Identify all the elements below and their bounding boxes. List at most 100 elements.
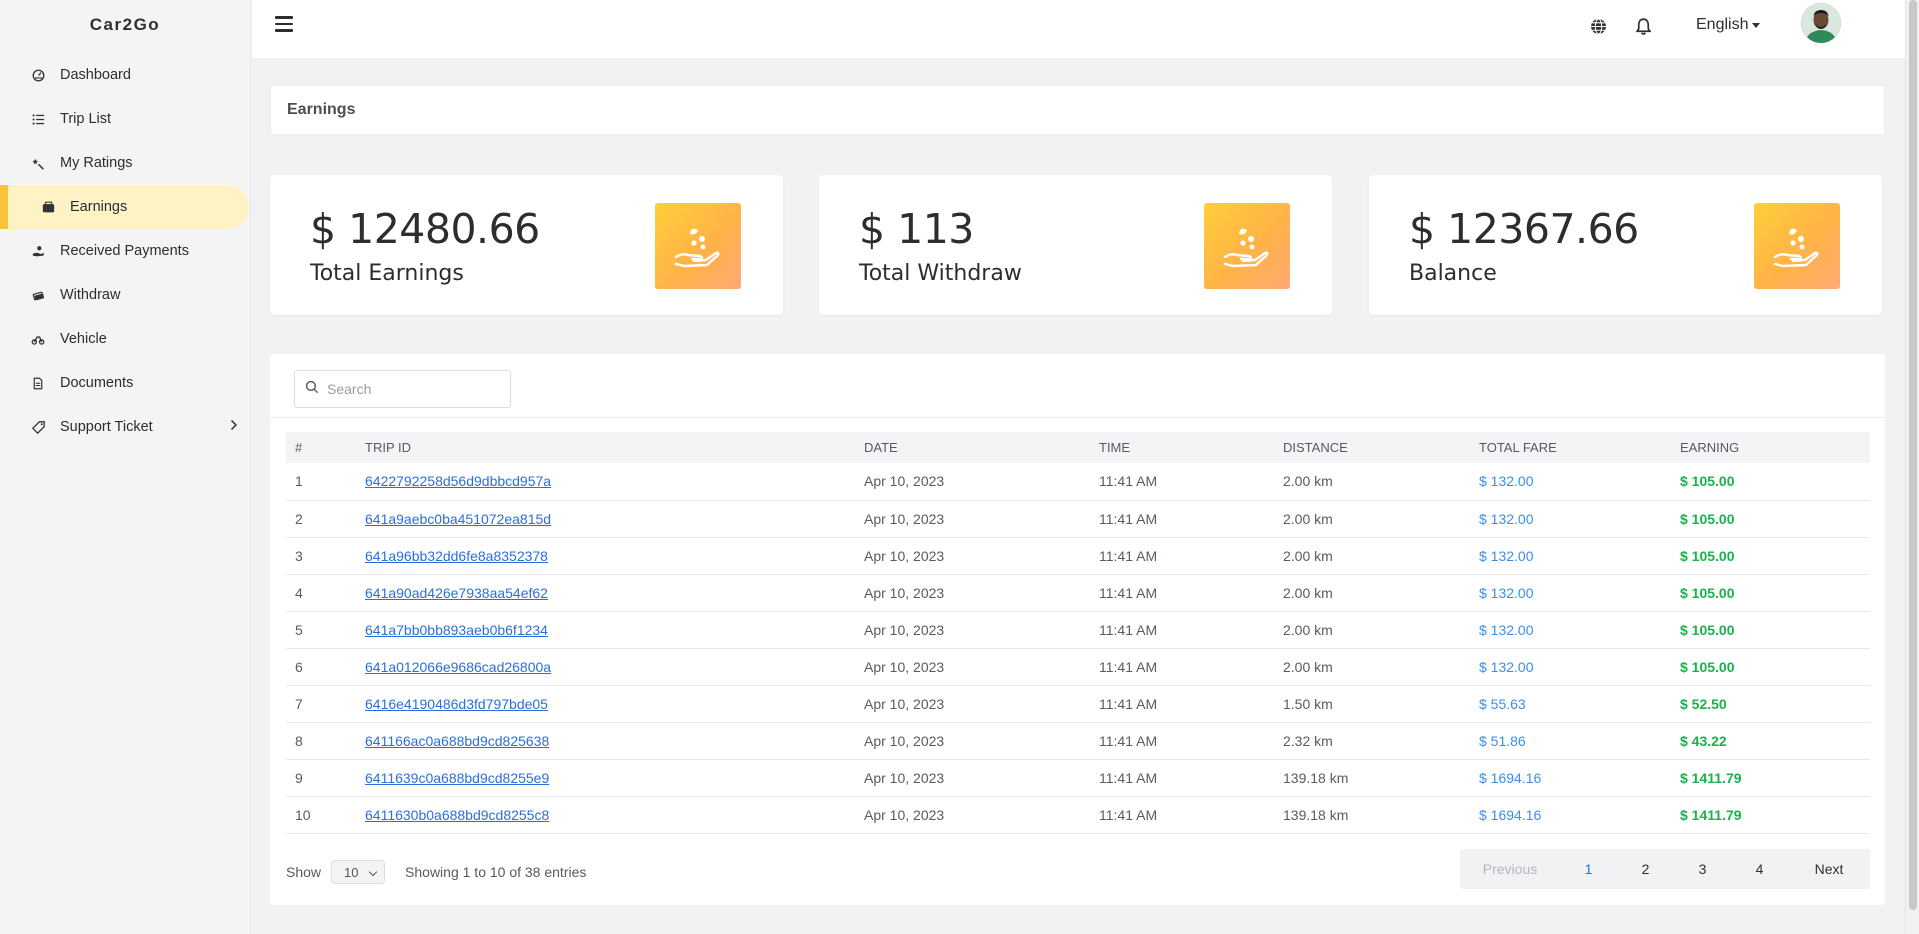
next-page-button[interactable]: Next xyxy=(1788,849,1870,889)
column-header[interactable]: DATE xyxy=(855,432,1090,463)
ticket-icon xyxy=(30,419,46,435)
time-cell: 11:41 AM xyxy=(1099,732,1158,749)
language-dropdown[interactable]: English xyxy=(1696,16,1761,34)
sidebar-item-label: Earnings xyxy=(70,199,128,215)
table-row: 10 6411630b0a688bd9cd8255c8 Apr 10, 2023… xyxy=(286,796,1870,833)
total-fare-cell: $ 132.00 xyxy=(1479,584,1534,601)
row-index: 3 xyxy=(295,547,303,564)
table-row: 9 6411639c0a688bd9cd8255e9 Apr 10, 2023 … xyxy=(286,759,1870,796)
scrollbar-thumb[interactable] xyxy=(1909,0,1917,910)
language-label: English xyxy=(1696,16,1749,33)
bell-icon[interactable] xyxy=(1633,16,1653,36)
row-index: 7 xyxy=(295,695,303,712)
star-icon xyxy=(30,155,46,171)
sidebar-item-earnings[interactable]: Earnings xyxy=(0,185,249,229)
previous-page-button[interactable]: Previous xyxy=(1460,849,1560,889)
column-header[interactable]: # xyxy=(286,432,356,463)
row-index: 5 xyxy=(295,621,303,638)
distance-cell: 139.18 km xyxy=(1283,806,1349,823)
trip-id-link[interactable]: 641a012066e9686cad26800a xyxy=(365,659,551,675)
page-2-button[interactable]: 2 xyxy=(1617,849,1674,889)
sidebar-item-received-payments[interactable]: Received Payments xyxy=(0,229,250,273)
menu-toggle-button[interactable] xyxy=(275,16,293,34)
trip-id-cell: 641a7bb0bb893aeb0b6f1234 xyxy=(356,611,855,648)
trip-id-link[interactable]: 641a9aebc0ba451072ea815d xyxy=(365,511,551,527)
trip-id-link[interactable]: 6411639c0a688bd9cd8255e9 xyxy=(365,770,549,786)
trip-id-link[interactable]: 6422792258d56d9dbbcd957a xyxy=(365,473,551,489)
time-cell: 11:41 AM xyxy=(1099,806,1158,823)
trip-id-link[interactable]: 641a7bb0bb893aeb0b6f1234 xyxy=(365,622,548,638)
pagination: Previous 1 2 3 4 Next xyxy=(1460,849,1870,889)
total-fare-cell: $ 132.00 xyxy=(1479,547,1534,564)
page-size-control: Show 10 Showing 1 to 10 of 38 entries xyxy=(286,860,586,884)
row-index: 2 xyxy=(295,510,303,527)
sidebar-item-dashboard[interactable]: Dashboard xyxy=(0,53,250,97)
earnings-table: # TRIP ID DATE TIME DISTANCE TOTAL FARE … xyxy=(286,432,1870,834)
chevron-right-icon xyxy=(230,419,238,435)
sidebar-item-label: Support Ticket xyxy=(60,419,153,435)
sidebar-item-support-ticket[interactable]: Support Ticket xyxy=(0,405,250,449)
column-header[interactable]: TOTAL FARE xyxy=(1470,432,1671,463)
column-header[interactable]: EARNING xyxy=(1671,432,1870,463)
caret-down-icon xyxy=(1752,22,1761,28)
distance-cell: 139.18 km xyxy=(1283,769,1349,786)
trip-id-link[interactable]: 641166ac0a688bd9cd825638 xyxy=(365,733,549,749)
earning-cell: $ 1411.79 xyxy=(1680,769,1742,786)
page-scrollbar[interactable] xyxy=(1905,0,1919,934)
card-label: Total Withdraw xyxy=(859,261,1022,286)
dashboard-icon xyxy=(30,67,46,83)
trip-id-cell: 641166ac0a688bd9cd825638 xyxy=(356,722,855,759)
page-4-button[interactable]: 4 xyxy=(1731,849,1788,889)
row-index: 10 xyxy=(295,806,311,823)
money-hand-icon xyxy=(1204,203,1290,289)
column-header[interactable]: TRIP ID xyxy=(356,432,855,463)
sidebar-item-label: Received Payments xyxy=(60,243,189,259)
sidebar-item-label: Trip List xyxy=(60,111,112,127)
hamburger-line xyxy=(275,22,293,25)
page-size-select[interactable]: 10 xyxy=(331,860,386,884)
time-cell: 11:41 AM xyxy=(1099,658,1158,675)
table-row: 6 641a012066e9686cad26800a Apr 10, 2023 … xyxy=(286,648,1870,685)
distance-cell: 1.50 km xyxy=(1283,695,1333,712)
row-index: 9 xyxy=(295,769,303,786)
card-label: Balance xyxy=(1409,261,1497,286)
earning-cell: $ 1411.79 xyxy=(1680,806,1742,823)
sidebar-nav: Dashboard Trip List My Ratings Earnings … xyxy=(0,53,250,449)
row-index: 8 xyxy=(295,732,303,749)
table-row: 2 641a9aebc0ba451072ea815d Apr 10, 2023 … xyxy=(286,500,1870,537)
date-cell: Apr 10, 2023 xyxy=(864,732,945,749)
trip-id-link[interactable]: 641a90ad426e7938aa54ef62 xyxy=(365,585,548,601)
payment-icon xyxy=(30,243,46,259)
trip-id-link[interactable]: 6416e4190486d3fd797bde05 xyxy=(365,696,548,712)
distance-cell: 2.32 km xyxy=(1283,732,1333,749)
sidebar-item-label: Vehicle xyxy=(60,331,107,347)
column-header[interactable]: TIME xyxy=(1090,432,1274,463)
trip-id-cell: 641a012066e9686cad26800a xyxy=(356,648,855,685)
page-3-button[interactable]: 3 xyxy=(1674,849,1731,889)
table-row: 7 6416e4190486d3fd797bde05 Apr 10, 2023 … xyxy=(286,685,1870,722)
avatar[interactable] xyxy=(1801,3,1841,43)
total-fare-cell: $ 132.00 xyxy=(1479,658,1534,675)
distance-cell: 2.00 km xyxy=(1283,621,1333,638)
page-1-button[interactable]: 1 xyxy=(1560,849,1617,889)
sidebar-item-my-ratings[interactable]: My Ratings xyxy=(0,141,250,185)
sidebar-item-trip-list[interactable]: Trip List xyxy=(0,97,250,141)
sidebar-item-vehicle[interactable]: Vehicle xyxy=(0,317,250,361)
trip-id-link[interactable]: 641a96bb32dd6fe8a8352378 xyxy=(365,548,548,564)
globe-icon[interactable] xyxy=(1588,16,1608,36)
total-fare-cell: $ 1694.16 xyxy=(1479,806,1542,823)
brand-logo[interactable]: Car2Go xyxy=(0,0,250,50)
time-cell: 11:41 AM xyxy=(1099,621,1158,638)
earning-cell: $ 105.00 xyxy=(1680,584,1735,601)
date-cell: Apr 10, 2023 xyxy=(864,473,945,490)
sidebar-item-documents[interactable]: Documents xyxy=(0,361,250,405)
vehicle-icon xyxy=(30,331,46,347)
row-index: 6 xyxy=(295,658,303,675)
column-header[interactable]: DISTANCE xyxy=(1274,432,1470,463)
search-input[interactable] xyxy=(327,381,497,397)
trip-id-cell: 6422792258d56d9dbbcd957a xyxy=(356,463,855,500)
search-box[interactable] xyxy=(294,370,511,408)
sidebar-item-withdraw[interactable]: Withdraw xyxy=(0,273,250,317)
trip-id-link[interactable]: 6411630b0a688bd9cd8255c8 xyxy=(365,807,549,823)
balance-card: $ 12367.66 Balance xyxy=(1369,175,1882,315)
